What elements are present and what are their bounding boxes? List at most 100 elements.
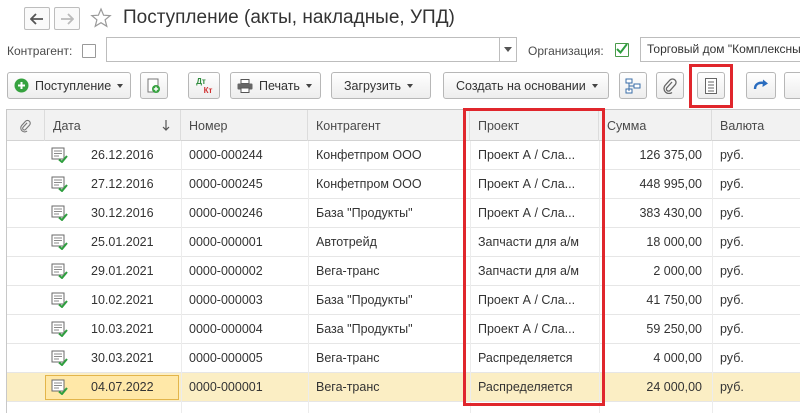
cell-number: 0000-000002	[189, 264, 263, 278]
column-separator	[470, 141, 471, 413]
cell-counterparty: Автотрейд	[316, 235, 377, 249]
cell-date: 27.12.2016	[91, 177, 154, 191]
cell-number: 0000-000004	[189, 322, 263, 336]
forward-button[interactable]	[54, 7, 80, 30]
organization-filter-checkbox[interactable]	[615, 43, 629, 57]
forward-arrow-icon	[61, 12, 74, 25]
create-based-on-button-label: Создать на основании	[456, 78, 586, 93]
cell-currency: руб.	[720, 177, 744, 191]
table-row[interactable]: 30.12.2016 0000-000246 База "Продукты" Прое…	[7, 199, 800, 228]
printer-icon	[237, 78, 253, 93]
column-separator	[181, 141, 182, 413]
print-button-label: Печать	[259, 78, 300, 93]
header-amount[interactable]: Сумма	[599, 110, 712, 141]
copy-document-icon	[147, 78, 160, 93]
cell-number: 0000-000003	[189, 293, 263, 307]
cell-number: 0000-000001	[189, 235, 263, 249]
cell-amount: 59 250,00	[646, 322, 702, 336]
attachment-icon	[20, 119, 31, 132]
cell-date: 10.03.2021	[91, 322, 154, 336]
cell-amount: 448 995,00	[639, 177, 702, 191]
table-row[interactable]: 10.02.2021 0000-000003 База "Продукты" Прое…	[7, 286, 800, 315]
cell-counterparty: Вега-транс	[316, 264, 380, 278]
cell-amount: 4 000,00	[653, 351, 702, 365]
cell-number: 0000-000001	[189, 380, 263, 394]
header-date[interactable]: Дата	[45, 110, 181, 141]
cell-counterparty: База "Продукты"	[316, 322, 413, 336]
cell-counterparty: Вега-транс	[316, 380, 380, 394]
print-button[interactable]: Печать	[230, 72, 321, 99]
column-separator	[712, 141, 713, 413]
cell-date: 30.12.2016	[91, 206, 154, 220]
header-attachment-column[interactable]	[7, 110, 45, 141]
table-header: Дата Номер Контрагент Проект Сумма Валют…	[7, 110, 800, 141]
load-button-label: Загрузить	[344, 78, 402, 93]
cell-counterparty: База "Продукты"	[316, 206, 413, 220]
cell-date: 26.12.2016	[91, 148, 154, 162]
copy-button[interactable]	[140, 72, 168, 99]
cell-amount: 24 000,00	[646, 380, 702, 394]
list-settings-icon	[705, 77, 717, 94]
receipt-button[interactable]: Поступление	[7, 72, 131, 99]
cell-project: Проект А / Сла...	[478, 177, 576, 191]
header-currency[interactable]: Валюта	[712, 110, 800, 141]
dt-kt-button[interactable]: Дт Кт	[188, 72, 220, 99]
column-separator	[599, 141, 600, 413]
load-button[interactable]: Загрузить	[331, 72, 431, 99]
structure-icon	[625, 78, 641, 93]
cell-date: 29.01.2021	[91, 264, 154, 278]
cell-date: 04.07.2022	[91, 380, 154, 394]
table-row[interactable]: 10.03.2021 0000-000004 База "Продукты" Прое…	[7, 315, 800, 344]
table-row[interactable]: 27.12.2016 0000-000245 Конфетпром ООО Проек…	[7, 170, 800, 199]
chevron-down-icon	[504, 47, 512, 52]
cell-project: Распределяется	[478, 380, 573, 394]
cell-project: Проект А / Сла...	[478, 293, 576, 307]
checkmark-icon	[616, 43, 628, 55]
cell-currency: руб.	[720, 264, 744, 278]
back-button[interactable]	[24, 7, 50, 30]
structure-button[interactable]	[619, 72, 647, 99]
cell-amount: 41 750,00	[646, 293, 702, 307]
cell-currency: руб.	[720, 148, 744, 162]
header-counterparty[interactable]: Контрагент	[308, 110, 470, 141]
cell-project: Проект А / Сла...	[478, 322, 576, 336]
header-number[interactable]: Номер	[181, 110, 308, 141]
cell-number: 0000-000245	[189, 177, 263, 191]
receipt-button-label: Поступление	[35, 78, 112, 93]
cell-counterparty: Вега-транс	[316, 351, 380, 365]
create-based-on-button[interactable]: Создать на основании	[443, 72, 609, 99]
cell-project: Проект А / Сла...	[478, 148, 576, 162]
cell-amount: 383 430,00	[639, 206, 702, 220]
cell-date: 10.02.2021	[91, 293, 154, 307]
back-arrow-icon	[30, 12, 43, 25]
cell-currency: руб.	[720, 380, 744, 394]
table-row[interactable]: 04.07.2022 0000-000001 Вега-транс Распредел…	[7, 373, 800, 402]
cell-amount: 126 375,00	[639, 148, 702, 162]
counterparty-filter-checkbox[interactable]	[82, 44, 96, 58]
counterparty-dropdown-button[interactable]	[499, 37, 517, 62]
counterparty-input[interactable]	[106, 37, 500, 62]
cell-date: 25.01.2021	[91, 235, 154, 249]
attachment-button[interactable]	[656, 72, 684, 99]
cell-amount: 2 000,00	[653, 264, 702, 278]
table-row[interactable]: 25.01.2021 0000-000001 Автотрейд Запчасти д…	[7, 228, 800, 257]
documents-table[interactable]: Дата Номер Контрагент Проект Сумма Валют…	[6, 109, 800, 413]
table-row[interactable]: 29.01.2021 0000-000002 Вега-транс Запчасти …	[7, 257, 800, 286]
list-settings-button[interactable]	[697, 72, 725, 99]
cell-currency: руб.	[720, 206, 744, 220]
refresh-button[interactable]	[746, 72, 776, 99]
favorite-star-icon[interactable]	[90, 7, 112, 29]
cell-currency: руб.	[720, 322, 744, 336]
cell-number: 0000-000244	[189, 148, 263, 162]
column-separator	[308, 141, 309, 413]
table-row[interactable]: 30.03.2021 0000-000005 Вега-транс Распредел…	[7, 344, 800, 373]
table-row[interactable]: 26.12.2016 0000-000244 Конфетпром ООО Проек…	[7, 141, 800, 170]
more-button[interactable]	[784, 72, 800, 99]
cell-amount: 18 000,00	[646, 235, 702, 249]
header-project[interactable]: Проект	[470, 110, 599, 141]
cell-counterparty: Конфетпром ООО	[316, 177, 422, 191]
dt-label: Дт	[196, 76, 206, 86]
cell-counterparty: База "Продукты"	[316, 293, 413, 307]
organization-input[interactable]: Торговый дом "Комплексный"	[640, 37, 800, 62]
cell-project: Проект А / Сла...	[478, 206, 576, 220]
